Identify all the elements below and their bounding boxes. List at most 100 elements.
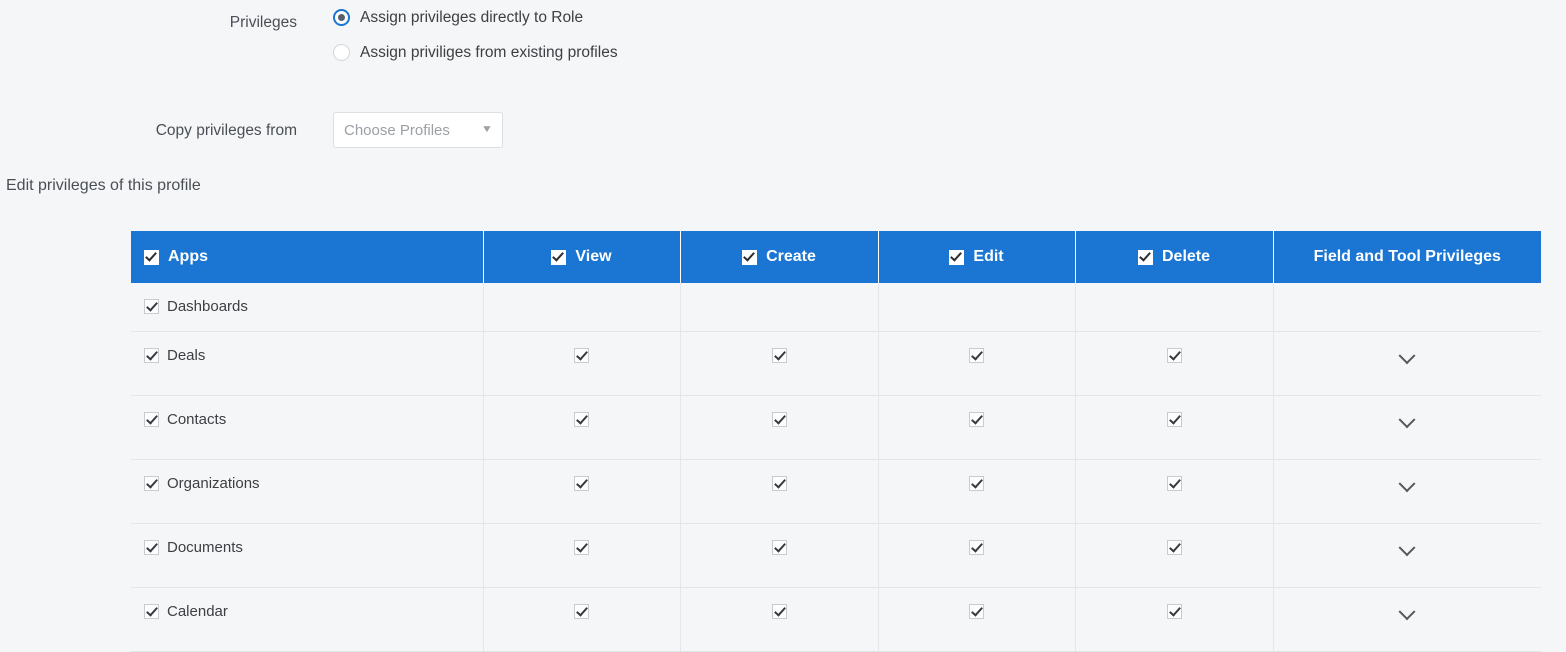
column-header-view[interactable]: View: [483, 231, 681, 283]
edit-checkbox-contacts[interactable]: [969, 412, 984, 427]
cell-app-organizations[interactable]: Organizations: [131, 459, 484, 524]
delete-checkbox-documents[interactable]: [1166, 540, 1182, 555]
edit-checkbox-documents[interactable]: [969, 540, 984, 555]
cell-app-deals[interactable]: Deals: [131, 331, 484, 396]
cell-view-documents[interactable]: [483, 523, 681, 588]
cell-view-deals[interactable]: [483, 331, 681, 396]
edit-checkbox-organizations[interactable]: [969, 476, 984, 491]
delete-checkbox-calendar[interactable]: [1166, 604, 1182, 619]
app-checkbox-deals[interactable]: [144, 348, 159, 363]
cell-app-dashboards[interactable]: Dashboards: [131, 283, 484, 332]
app-checkbox-organizations[interactable]: [144, 476, 159, 491]
column-header-label-create: Create: [766, 248, 816, 265]
choose-profiles-select[interactable]: Choose Profiles ▼: [333, 112, 503, 148]
select-all-edit-checkbox[interactable]: [949, 249, 965, 265]
cell-edit-calendar[interactable]: [878, 587, 1076, 652]
create-checkbox-organizations[interactable]: [771, 476, 787, 491]
radio-label-assign-directly: Assign privileges directly to Role: [360, 8, 584, 26]
column-header-apps[interactable]: Apps: [131, 231, 484, 283]
cell-app-calendar[interactable]: Calendar: [131, 587, 484, 652]
table-header: Apps View Create Edit Delete Field and T…: [131, 231, 1541, 283]
copy-privileges-label: Copy privileges from: [155, 122, 297, 139]
delete-checkbox-contacts[interactable]: [1166, 412, 1182, 427]
table-row: Contacts: [131, 395, 1541, 460]
select-all-view-checkbox[interactable]: [551, 249, 567, 265]
radio-icon-assign-from-profiles[interactable]: [333, 44, 350, 61]
table-row: Calendar: [131, 587, 1541, 652]
edit-checkbox-deals[interactable]: [969, 348, 984, 363]
table-body: Dashboards Deals Contacts Organizations …: [131, 283, 1541, 652]
cell-create-calendar[interactable]: [680, 587, 879, 652]
app-label-documents: Documents: [167, 539, 243, 556]
cell-edit-deals[interactable]: [878, 331, 1076, 396]
view-checkbox-contacts[interactable]: [574, 412, 589, 427]
table-row: Organizations: [131, 459, 1541, 524]
cell-delete-documents[interactable]: [1075, 523, 1274, 588]
cell-create-deals[interactable]: [680, 331, 879, 396]
cell-create-documents[interactable]: [680, 523, 879, 588]
chevron-down-icon[interactable]: [1398, 475, 1416, 493]
cell-delete-contacts[interactable]: [1075, 395, 1274, 460]
radio-label-assign-from-profiles: Assign priviliges from existing profiles: [360, 43, 618, 61]
select-all-delete-checkbox[interactable]: [1137, 249, 1153, 265]
app-checkbox-calendar[interactable]: [144, 604, 159, 619]
column-header-delete[interactable]: Delete: [1075, 231, 1274, 283]
app-checkbox-contacts[interactable]: [144, 412, 159, 427]
edit-checkbox-calendar[interactable]: [969, 604, 984, 619]
chevron-down-icon[interactable]: [1398, 603, 1416, 621]
column-header-label-field-and-tool-privileges: Field and Tool Privileges: [1313, 248, 1501, 265]
cell-delete-calendar[interactable]: [1075, 587, 1274, 652]
cell-create-contacts[interactable]: [680, 395, 879, 460]
cell-delete-organizations[interactable]: [1075, 459, 1274, 524]
chevron-down-icon[interactable]: [1398, 539, 1416, 557]
create-checkbox-calendar[interactable]: [771, 604, 787, 619]
cell-view-dashboards: [483, 283, 681, 332]
column-header-label-view: View: [575, 248, 612, 265]
app-label-contacts: Contacts: [167, 411, 227, 428]
cell-privileges-organizations[interactable]: [1273, 459, 1541, 524]
cell-view-calendar[interactable]: [483, 587, 681, 652]
cell-privileges-documents[interactable]: [1273, 523, 1541, 588]
table-row: Deals: [131, 331, 1541, 396]
cell-edit-contacts[interactable]: [878, 395, 1076, 460]
app-checkbox-dashboards[interactable]: [144, 299, 159, 314]
chevron-down-icon: ▼: [480, 124, 494, 135]
cell-edit-organizations[interactable]: [878, 459, 1076, 524]
cell-view-organizations[interactable]: [483, 459, 681, 524]
privileges-radio-group: Assign privileges directly to Role Assig…: [333, 0, 618, 70]
create-checkbox-documents[interactable]: [771, 540, 787, 555]
view-checkbox-documents[interactable]: [574, 540, 589, 555]
cell-create-organizations[interactable]: [680, 459, 879, 524]
radio-option-assign-directly[interactable]: Assign privileges directly to Role: [333, 0, 618, 35]
create-checkbox-deals[interactable]: [771, 348, 787, 363]
column-header-create[interactable]: Create: [680, 231, 879, 283]
radio-icon-assign-directly[interactable]: [333, 9, 350, 26]
cell-privileges-calendar[interactable]: [1273, 587, 1541, 652]
cell-app-documents[interactable]: Documents: [131, 523, 484, 588]
chevron-down-icon[interactable]: [1398, 411, 1416, 429]
app-checkbox-documents[interactable]: [144, 540, 159, 555]
choose-profiles-value: Choose Profiles: [344, 121, 450, 139]
view-checkbox-calendar[interactable]: [574, 604, 589, 619]
column-header-field-and-tool-privileges: Field and Tool Privileges: [1273, 231, 1541, 283]
cell-privileges-contacts[interactable]: [1273, 395, 1541, 460]
view-checkbox-deals[interactable]: [574, 348, 589, 363]
app-label-deals: Deals: [167, 347, 206, 364]
radio-option-assign-from-profiles[interactable]: Assign priviliges from existing profiles: [333, 35, 618, 70]
create-checkbox-contacts[interactable]: [771, 412, 787, 427]
column-header-label-apps: Apps: [168, 248, 208, 265]
cell-edit-documents[interactable]: [878, 523, 1076, 588]
delete-checkbox-organizations[interactable]: [1166, 476, 1182, 491]
cell-app-contacts[interactable]: Contacts: [131, 395, 484, 460]
cell-privileges-deals[interactable]: [1273, 331, 1541, 396]
table-header-row: Apps View Create Edit Delete Field and T…: [131, 231, 1541, 283]
select-all-create-checkbox[interactable]: [742, 249, 758, 265]
chevron-down-icon[interactable]: [1398, 347, 1416, 365]
select-all-apps-checkbox[interactable]: [144, 249, 159, 265]
view-checkbox-organizations[interactable]: [574, 476, 589, 491]
cell-delete-deals[interactable]: [1075, 331, 1274, 396]
delete-checkbox-deals[interactable]: [1166, 348, 1182, 363]
app-label-calendar: Calendar: [167, 603, 228, 620]
column-header-edit[interactable]: Edit: [878, 231, 1076, 283]
cell-view-contacts[interactable]: [483, 395, 681, 460]
